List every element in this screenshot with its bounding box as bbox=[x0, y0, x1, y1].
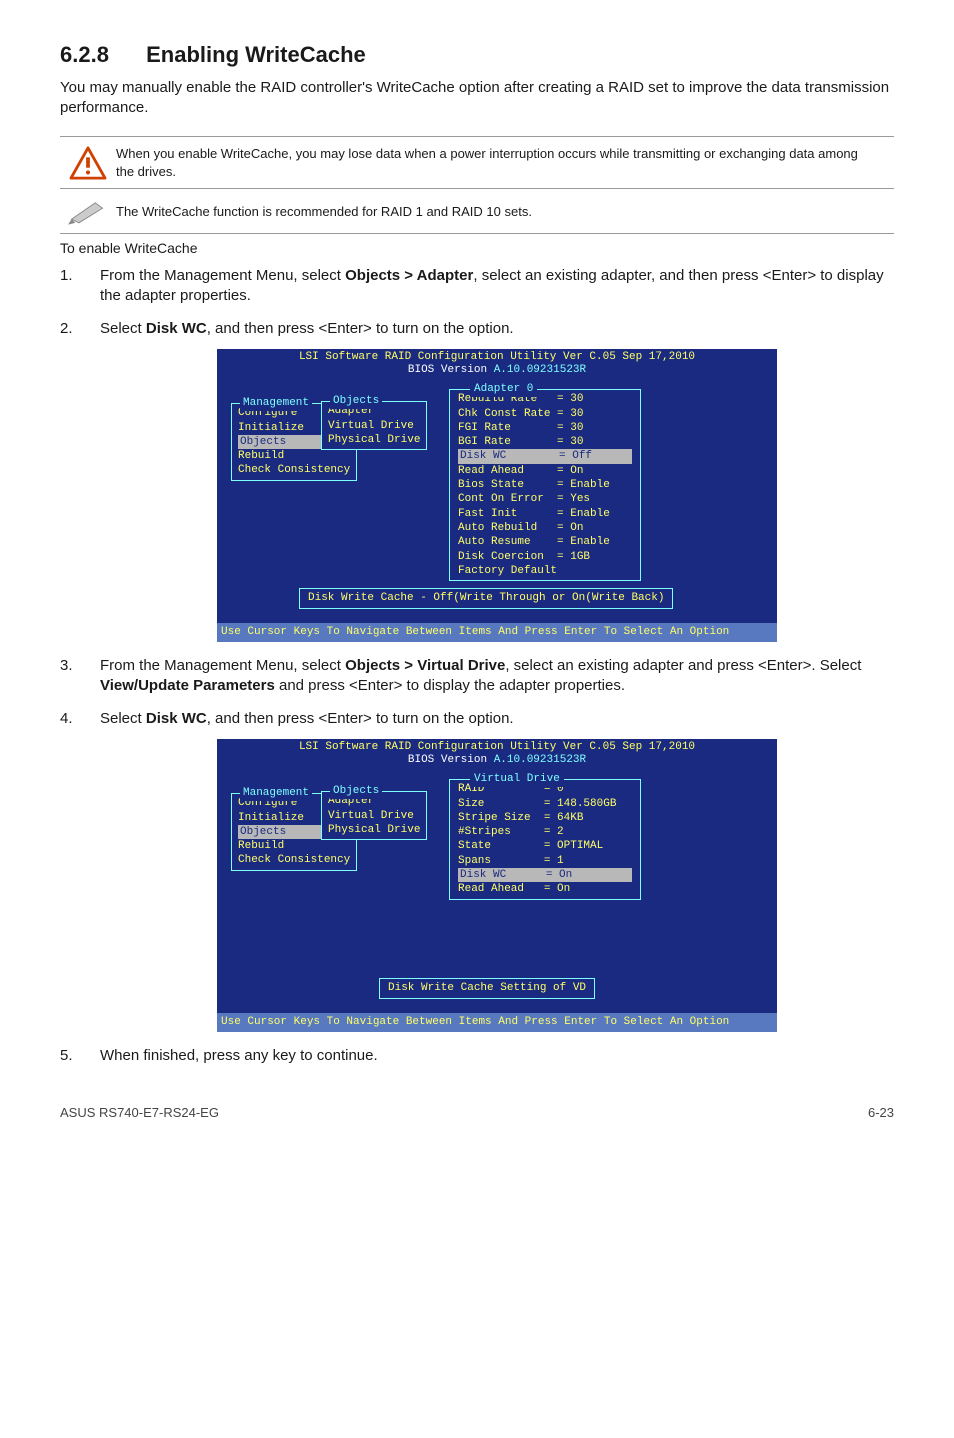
pencil-icon bbox=[60, 197, 116, 225]
virtual-drive-properties[interactable]: Virtual Drive RAID = 0 Size = 148.580GB … bbox=[449, 779, 641, 899]
bios-screenshot-virtual-drive: LSI Software RAID Configuration Utility … bbox=[217, 739, 777, 1032]
menu-item[interactable]: Rebuild bbox=[238, 839, 350, 853]
prop-row[interactable]: State = OPTIMAL bbox=[458, 839, 632, 853]
footer-left: ASUS RS740-E7-RS24-EG bbox=[60, 1104, 219, 1122]
step-4: Select Disk WC, and then press <Enter> t… bbox=[60, 709, 894, 1032]
bios-body: Management Configure Initialize Objects … bbox=[217, 769, 777, 1013]
adapter-label: Adapter 0 bbox=[470, 382, 537, 396]
menu-item[interactable]: Check Consistency bbox=[238, 853, 350, 867]
prop-row-selected[interactable]: Disk WC = Off bbox=[458, 449, 632, 463]
warning-text: When you enable WriteCache, you may lose… bbox=[116, 145, 894, 180]
prop-row[interactable]: Cont On Error = Yes bbox=[458, 492, 632, 506]
info-note: The WriteCache function is recommended f… bbox=[60, 188, 894, 234]
step-3: From the Management Menu, select Objects… bbox=[60, 656, 894, 697]
step-5: When finished, press any key to continue… bbox=[60, 1046, 894, 1066]
section-heading: 6.2.8 Enabling WriteCache bbox=[60, 40, 894, 70]
prop-row-selected[interactable]: Disk WC = On bbox=[458, 868, 632, 882]
section-title: Enabling WriteCache bbox=[146, 42, 366, 67]
page-footer: ASUS RS740-E7-RS24-EG 6-23 bbox=[60, 1096, 894, 1122]
bios-footer: Use Cursor Keys To Navigate Between Item… bbox=[217, 1013, 777, 1032]
prop-row[interactable]: Fast Init = Enable bbox=[458, 507, 632, 521]
info-text: The WriteCache function is recommended f… bbox=[116, 203, 894, 221]
vd-label: Virtual Drive bbox=[470, 772, 564, 786]
objects-menu[interactable]: Objects Adapter Virtual Drive Physical D… bbox=[321, 791, 427, 840]
prop-row[interactable]: Disk Coercion = 1GB bbox=[458, 550, 632, 564]
menu-item[interactable]: Virtual Drive bbox=[328, 419, 420, 433]
status-box: Disk Write Cache Setting of VD bbox=[379, 978, 595, 999]
prop-row[interactable]: #Stripes = 2 bbox=[458, 825, 632, 839]
step-2: Select Disk WC, and then press <Enter> t… bbox=[60, 319, 894, 642]
status-box: Disk Write Cache - Off(Write Through or … bbox=[299, 588, 673, 609]
prop-row[interactable]: Stripe Size = 64KB bbox=[458, 811, 632, 825]
prop-row[interactable]: Size = 148.580GB bbox=[458, 797, 632, 811]
prop-row[interactable]: FGI Rate = 30 bbox=[458, 421, 632, 435]
bios-screenshot-adapter: LSI Software RAID Configuration Utility … bbox=[217, 349, 777, 642]
bios-body: Management Configure Initialize Objects … bbox=[217, 379, 777, 623]
prop-row[interactable]: Spans = 1 bbox=[458, 854, 632, 868]
section-number: 6.2.8 bbox=[60, 40, 140, 70]
menu-item[interactable]: Physical Drive bbox=[328, 433, 420, 447]
footer-right: 6-23 bbox=[868, 1104, 894, 1122]
prop-row[interactable]: Factory Default bbox=[458, 564, 632, 578]
intro-paragraph: You may manually enable the RAID control… bbox=[60, 78, 894, 119]
adapter-properties[interactable]: Adapter 0 Rebuild Rate = 30 Chk Const Ra… bbox=[449, 389, 641, 581]
objects-menu[interactable]: Objects Adapter Virtual Drive Physical D… bbox=[321, 401, 427, 450]
menu-item[interactable]: Rebuild bbox=[238, 449, 350, 463]
prop-row[interactable]: Chk Const Rate = 30 bbox=[458, 407, 632, 421]
management-label: Management bbox=[240, 786, 312, 800]
bios-title: LSI Software RAID Configuration Utility … bbox=[217, 349, 777, 379]
step-1: From the Management Menu, select Objects… bbox=[60, 266, 894, 307]
prop-row[interactable]: Auto Resume = Enable bbox=[458, 535, 632, 549]
prop-row[interactable]: Bios State = Enable bbox=[458, 478, 632, 492]
menu-item[interactable]: Virtual Drive bbox=[328, 809, 420, 823]
prop-row[interactable]: Read Ahead = On bbox=[458, 464, 632, 478]
prop-row[interactable]: Read Ahead = On bbox=[458, 882, 632, 896]
bios-footer: Use Cursor Keys To Navigate Between Item… bbox=[217, 623, 777, 642]
warning-note: When you enable WriteCache, you may lose… bbox=[60, 136, 894, 189]
menu-item[interactable]: Check Consistency bbox=[238, 463, 350, 477]
prop-row[interactable]: BGI Rate = 30 bbox=[458, 435, 632, 449]
management-label: Management bbox=[240, 396, 312, 410]
objects-label: Objects bbox=[330, 394, 382, 408]
steps-list: From the Management Menu, select Objects… bbox=[60, 266, 894, 1066]
warning-icon bbox=[60, 146, 116, 180]
prop-row[interactable]: Auto Rebuild = On bbox=[458, 521, 632, 535]
menu-item[interactable]: Physical Drive bbox=[328, 823, 420, 837]
objects-label: Objects bbox=[330, 784, 382, 798]
subheading: To enable WriteCache bbox=[60, 239, 894, 258]
bios-title: LSI Software RAID Configuration Utility … bbox=[217, 739, 777, 769]
